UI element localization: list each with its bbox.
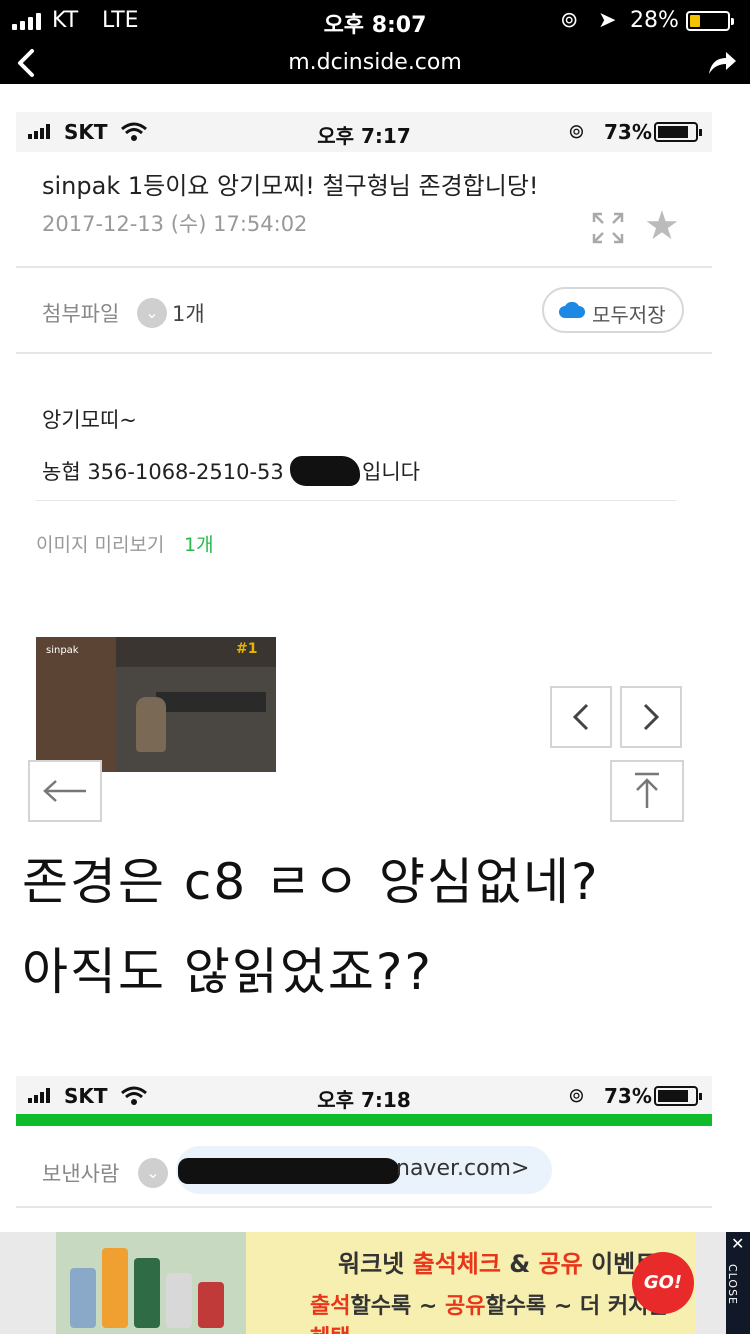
browser-toolbar: m.dcinside.com bbox=[0, 42, 750, 84]
battery-percent: 28% bbox=[630, 8, 679, 33]
thumbnail-rank: #1 bbox=[236, 641, 258, 657]
thumbnail-tables bbox=[156, 692, 266, 712]
star-icon[interactable]: ★ bbox=[644, 206, 680, 246]
chevron-down-icon[interactable]: ⌄ bbox=[137, 298, 167, 328]
ad-product-image bbox=[56, 1232, 246, 1334]
thumbnail-player bbox=[136, 697, 166, 752]
chevron-right-icon bbox=[643, 703, 660, 731]
rotation-lock-icon: ⊚ bbox=[568, 1083, 585, 1107]
chevron-left-icon bbox=[572, 703, 589, 731]
mail-body-line: 농협 356-1068-2510-53 bbox=[42, 460, 284, 484]
sender-domain: naver.com> bbox=[396, 1156, 530, 1181]
prev-button[interactable] bbox=[550, 686, 612, 748]
battery-percent: 73% bbox=[604, 120, 652, 144]
mail-subject: sinpak 1등이요 앙기모찌! 철구형님 존경합니당! bbox=[42, 172, 539, 200]
divider bbox=[36, 500, 676, 501]
image-preview-label: 이미지 미리보기 bbox=[36, 534, 165, 556]
progress-bar bbox=[16, 1114, 712, 1126]
rotation-lock-icon: ⊚ bbox=[560, 8, 579, 33]
screenshot-status-bar: SKT 오후 7:17 ⊚ 73% bbox=[16, 112, 712, 152]
attachment-label: 첨부파일 bbox=[42, 302, 120, 326]
battery-icon bbox=[654, 122, 702, 142]
os-status-bar: KT LTE 오후 8:07 ⊚ ➤ 28% bbox=[0, 0, 750, 42]
close-icon: ✕ bbox=[731, 1234, 745, 1253]
expand-icon[interactable] bbox=[592, 212, 624, 244]
ad-close-label: CLOSE bbox=[726, 1263, 740, 1306]
ad-banner[interactable]: 워크넷 출석체크 & 공유 이벤트 출석할수록 ~ 공유할수록 ~ 더 커지는 … bbox=[56, 1232, 696, 1334]
mail-body-line-suffix: 입니다 bbox=[362, 460, 420, 484]
url-display[interactable]: m.dcinside.com bbox=[0, 50, 750, 75]
arrow-up-icon bbox=[635, 772, 659, 808]
redaction-mark bbox=[178, 1158, 400, 1184]
share-button[interactable] bbox=[706, 48, 738, 78]
chevron-down-icon[interactable]: ⌄ bbox=[138, 1158, 168, 1188]
next-button[interactable] bbox=[620, 686, 682, 748]
save-all-label: 모두저장 bbox=[592, 303, 666, 327]
thumbnail-wall bbox=[36, 637, 116, 772]
screenshot-status-bar: SKT 오후 7:18 ⊚ 73% bbox=[16, 1076, 712, 1116]
save-all-button[interactable]: 모두저장 bbox=[542, 287, 684, 333]
image-thumbnail[interactable]: sinpak #1 bbox=[36, 637, 276, 772]
divider bbox=[16, 352, 712, 354]
caption-line: 아직도 않읽었죠?? bbox=[22, 943, 433, 1001]
mail-body-line: 앙기모띠~ bbox=[42, 408, 137, 432]
battery-icon bbox=[686, 11, 734, 31]
location-icon: ➤ bbox=[598, 8, 617, 33]
image-preview-count: 1개 bbox=[184, 534, 214, 556]
battery-icon bbox=[654, 1086, 702, 1106]
redaction-mark bbox=[290, 456, 360, 486]
rotation-lock-icon: ⊚ bbox=[568, 119, 585, 143]
thumbnail-name: sinpak bbox=[46, 645, 79, 656]
arrow-left-icon bbox=[43, 780, 86, 802]
divider bbox=[16, 266, 712, 268]
mail-date: 2017-12-13 (수) 17:54:02 bbox=[42, 212, 308, 236]
attachment-count: 1개 bbox=[172, 302, 205, 326]
back-arrow-button[interactable] bbox=[28, 760, 102, 822]
ad-headline: 워크넷 출석체크 & 공유 이벤트 bbox=[338, 1250, 658, 1278]
cloud-icon bbox=[559, 301, 585, 318]
sender-label: 보낸사람 bbox=[42, 1162, 120, 1186]
share-arrow-icon bbox=[709, 52, 736, 74]
scroll-top-button[interactable] bbox=[610, 760, 684, 822]
battery-percent: 73% bbox=[604, 1084, 652, 1108]
ad-go-button[interactable]: GO! bbox=[632, 1252, 694, 1314]
divider bbox=[16, 1206, 712, 1208]
caption-line: 존경은 c8 ㄹㅇ 양심없네? bbox=[22, 853, 600, 911]
ad-close-button[interactable]: ✕ CLOSE bbox=[726, 1232, 750, 1334]
